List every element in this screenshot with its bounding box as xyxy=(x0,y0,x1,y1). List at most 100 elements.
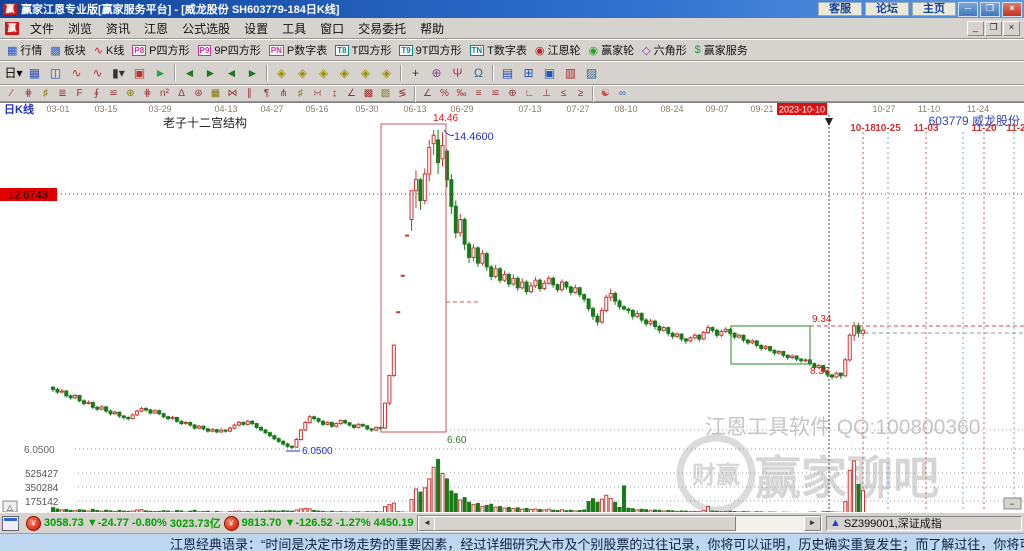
draw-tool-icon-16[interactable]: ¶ xyxy=(258,87,275,101)
draw-tool-icon-20[interactable]: ↨ xyxy=(326,87,343,101)
gann-draw-icon-2[interactable]: % xyxy=(436,87,453,101)
calendar-status-icon[interactable] xyxy=(2,515,19,531)
expand-triangle-icon[interactable]: △ xyxy=(7,503,14,512)
minimize-button[interactable]: ─ xyxy=(958,1,978,17)
menu-item-江恩[interactable]: 江恩 xyxy=(137,18,175,39)
toolbar-button-板块[interactable]: ▩ 板块 xyxy=(46,41,89,59)
gann-draw-icon-10[interactable]: ≥ xyxy=(572,87,589,101)
gann-draw-icon-8[interactable]: ⊥ xyxy=(538,87,555,101)
gann-draw-icon-6[interactable]: ⊕ xyxy=(504,87,521,101)
toolbar-button-行情[interactable]: ▦ 行情 xyxy=(3,41,46,59)
draw-tool-icon-4[interactable]: ≣ xyxy=(54,87,71,101)
collapse-minus-icon[interactable]: − xyxy=(1009,499,1014,509)
gann-draw-icon-5[interactable]: ≌ xyxy=(487,87,504,101)
draw-tool-icon-24[interactable]: ≶ xyxy=(394,87,411,101)
analyze-icon[interactable]: Ψ xyxy=(447,64,468,83)
formula-icon[interactable]: Ω xyxy=(468,64,489,83)
draw-tool-icon-22[interactable]: ▩ xyxy=(360,87,377,101)
toolbar-button-T数字表[interactable]: TN T数字表 xyxy=(466,41,531,59)
gann-draw-icon-3[interactable]: ‰ xyxy=(453,87,470,101)
horizontal-scrollbar[interactable]: ◄ ► xyxy=(417,514,822,532)
save-icon[interactable]: ▣ xyxy=(539,64,560,83)
draw-tool-icon-17[interactable]: ⋔ xyxy=(275,87,292,101)
chart-frame-icon[interactable]: ▣ xyxy=(129,64,150,83)
toolbar-button-P四方形[interactable]: P8 P四方形 xyxy=(128,41,193,59)
menu-item-文件[interactable]: 文件 xyxy=(23,18,61,39)
gann-draw-icon-4[interactable]: ≡ xyxy=(470,87,487,101)
gann-tool-icon-4[interactable]: ◈ xyxy=(334,64,355,83)
calculator-icon[interactable]: ⊞ xyxy=(518,64,539,83)
gann-draw-icon-9[interactable]: ≤ xyxy=(555,87,572,101)
measure-icon[interactable]: ⊕ xyxy=(426,64,447,83)
draw-tool-icon-11[interactable]: ∆ xyxy=(173,87,190,101)
gann-draw-icon-7[interactable]: ∟ xyxy=(521,87,538,101)
split-view-icon[interactable]: ◫ xyxy=(45,64,66,83)
draw-tool-icon-18[interactable]: ♯ xyxy=(292,87,309,101)
draw-tool-icon-15[interactable]: ∥ xyxy=(241,87,258,101)
titlebar-button-论坛[interactable]: 论坛 xyxy=(865,1,909,16)
candle-style-icon[interactable]: ▮▾ xyxy=(108,64,129,83)
mdi-minimize-button[interactable]: _ xyxy=(967,20,984,36)
scrollbar-thumb[interactable] xyxy=(434,515,737,531)
draw-tool-icon-23[interactable]: ▨ xyxy=(377,87,394,101)
disk-icon[interactable]: ▥ xyxy=(560,64,581,83)
menu-item-工具[interactable]: 工具 xyxy=(275,18,313,39)
draw-tool-icon-19[interactable]: ∺ xyxy=(309,87,326,101)
draw-tool-icon-1[interactable]: ∕ xyxy=(3,87,20,101)
kline-small-icon2[interactable]: ∿ xyxy=(87,64,108,83)
toolbar-button-K线[interactable]: ∿ K线 xyxy=(90,41,129,59)
kline-chart[interactable]: 江恩工具软件 QQ:100800360 赢家聊吧 财赢 14.46 14.4600 6.6… xyxy=(0,102,1024,512)
toolbar-button-赢家轮[interactable]: ◉ 赢家轮 xyxy=(585,41,639,59)
draw-tool-icon-12[interactable]: ⊛ xyxy=(190,87,207,101)
draw-tool-icon-7[interactable]: ≌ xyxy=(105,87,122,101)
gann-draw-icon-1[interactable]: ∠ xyxy=(419,87,436,101)
draw-tool-icon-9[interactable]: ⋕ xyxy=(139,87,156,101)
gann-tool-icon-1[interactable]: ◈ xyxy=(271,64,292,83)
gann-tool-icon-5[interactable]: ◈ xyxy=(355,64,376,83)
grid-view-icon[interactable]: ▦ xyxy=(24,64,45,83)
menu-item-设置[interactable]: 设置 xyxy=(237,18,275,39)
draw-tool-icon-2[interactable]: ⋕ xyxy=(20,87,37,101)
gann-tool-icon-2[interactable]: ◈ xyxy=(292,64,313,83)
draw-tool-icon-21[interactable]: ∠ xyxy=(343,87,360,101)
linked-index-panel[interactable]: ▲ SZ399001,深证成指 xyxy=(826,515,1022,531)
draw-tool-icon-8[interactable]: ⊕ xyxy=(122,87,139,101)
mdi-close-button[interactable]: × xyxy=(1003,20,1020,36)
draw-tool-icon-3[interactable]: ♯ xyxy=(37,87,54,101)
calendar-icon[interactable]: ▤ xyxy=(497,64,518,83)
special-tool-icon-1[interactable]: ☯ xyxy=(597,87,614,101)
draw-tool-icon-14[interactable]: ⋈ xyxy=(224,87,241,101)
menu-item-交易委托[interactable]: 交易委托 xyxy=(351,18,413,39)
sh-index-icon[interactable]: ¥ xyxy=(26,515,41,531)
scroll-left-icon[interactable]: ◄ xyxy=(418,515,436,531)
sz-index-icon[interactable]: ¥ xyxy=(223,515,239,531)
nav-last-icon[interactable]: ► xyxy=(200,64,221,83)
kline-small-icon[interactable]: ∿ xyxy=(66,64,87,83)
special-tool-icon-2[interactable]: ∞ xyxy=(614,87,631,101)
toolbar-button-P数字表[interactable]: PN P数字表 xyxy=(265,41,331,59)
menu-item-帮助[interactable]: 帮助 xyxy=(413,18,451,39)
nav-prev-icon[interactable]: ◄ xyxy=(221,64,242,83)
gann-tool-icon-3[interactable]: ◈ xyxy=(313,64,334,83)
titlebar-button-主页[interactable]: 主页 xyxy=(912,1,956,16)
close-button[interactable]: × xyxy=(1002,1,1022,17)
menu-item-公式选股[interactable]: 公式选股 xyxy=(175,18,237,39)
period-selector[interactable]: 日▾ xyxy=(3,64,24,83)
crosshair-icon[interactable]: + xyxy=(405,64,426,83)
toolbar-button-赢家服务[interactable]: $ 赢家服务 xyxy=(691,41,752,59)
flag-icon[interactable]: ► xyxy=(150,64,171,83)
draw-tool-icon-13[interactable]: ▦ xyxy=(207,87,224,101)
print-icon[interactable]: ▨ xyxy=(581,64,602,83)
mdi-restore-button[interactable]: ❒ xyxy=(985,20,1002,36)
toolbar-button-9P四方形[interactable]: P9 9P四方形 xyxy=(194,41,265,59)
draw-tool-icon-10[interactable]: n² xyxy=(156,87,173,101)
toolbar-button-江恩轮[interactable]: ◉ 江恩轮 xyxy=(531,41,585,59)
toolbar-button-9T四方形[interactable]: T9 9T四方形 xyxy=(395,41,465,59)
maximize-button[interactable]: ❒ xyxy=(980,1,1000,17)
nav-next-icon[interactable]: ► xyxy=(242,64,263,83)
menu-item-窗口[interactable]: 窗口 xyxy=(313,18,351,39)
nav-first-icon[interactable]: ◄ xyxy=(179,64,200,83)
toolbar-button-T四方形[interactable]: T8 T四方形 xyxy=(331,41,395,59)
menu-item-浏览[interactable]: 浏览 xyxy=(61,18,99,39)
menu-item-资讯[interactable]: 资讯 xyxy=(99,18,137,39)
